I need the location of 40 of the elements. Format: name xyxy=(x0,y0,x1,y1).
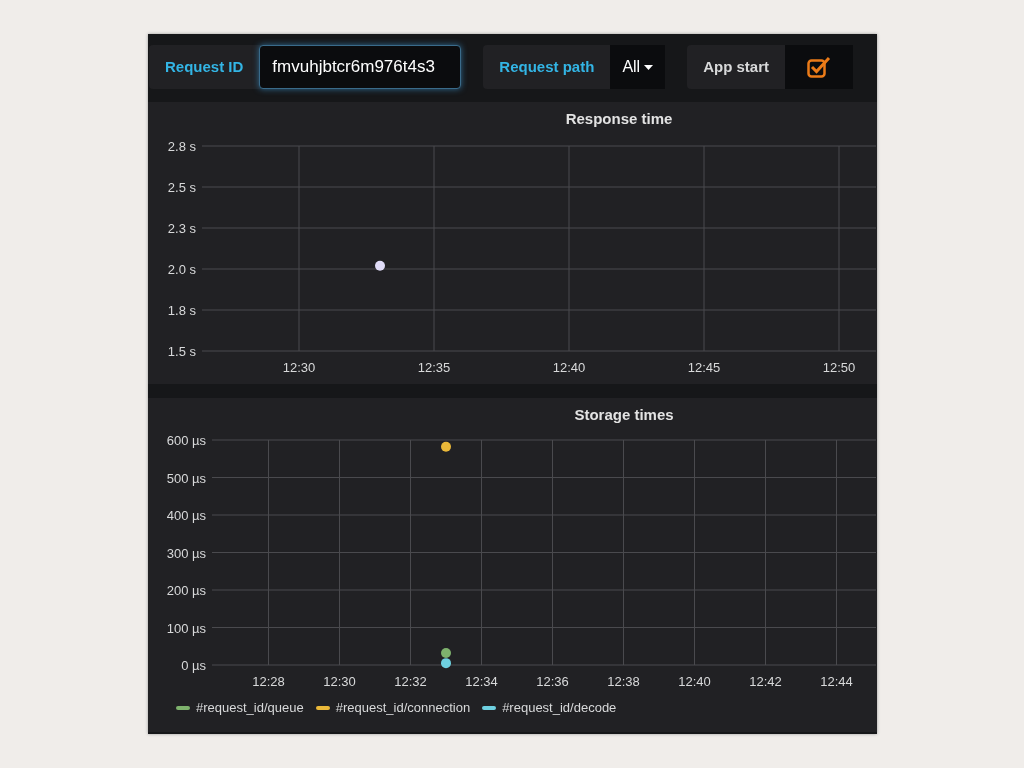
y-axis-label: 2.8 s xyxy=(167,139,196,154)
x-axis-label: 12:40 xyxy=(678,674,711,689)
y-axis-label: 100 µs xyxy=(166,620,206,636)
y-axis-label: 200 µs xyxy=(166,583,206,598)
x-axis-label: 12:30 xyxy=(323,674,356,689)
y-axis-label: 2.5 s xyxy=(167,180,196,195)
x-axis-label: 12:30 xyxy=(282,360,316,375)
variable-label: App start xyxy=(702,56,770,77)
y-axis-label: 1.5 s xyxy=(167,344,196,359)
x-axis-label: 12:50 xyxy=(822,360,856,375)
x-axis-label: 12:34 xyxy=(465,674,498,689)
caret-icon xyxy=(644,64,654,70)
legend-label[interactable]: #request_id/queue xyxy=(196,698,304,718)
y-axis-label: 0 µs xyxy=(181,658,206,673)
variable-label: Request path xyxy=(498,56,596,77)
x-axis-label: 12:40 xyxy=(552,360,586,375)
y-axis-label: 600 µs xyxy=(166,433,206,448)
legend-label[interactable]: #request_id/connection xyxy=(335,698,471,718)
y-axis-label: 2.0 s xyxy=(167,262,196,277)
x-axis-label: 12:38 xyxy=(607,674,640,689)
legend-label[interactable]: #request_id/decode xyxy=(502,698,617,718)
y-axis-label: 2.3 s xyxy=(167,221,196,236)
x-axis-label: 12:32 xyxy=(394,674,427,689)
request-path-dropdown[interactable]: All xyxy=(610,45,666,89)
y-axis-label: 500 µs xyxy=(166,470,206,486)
request-id-field[interactable]: fmvuhjbtcr6m976t4s3 xyxy=(259,45,462,89)
y-axis-label: 300 µs xyxy=(166,545,206,561)
x-axis-label: 12:45 xyxy=(687,360,721,375)
x-axis-label: 12:36 xyxy=(536,674,569,689)
x-axis-label: 12:42 xyxy=(749,674,782,689)
app-start-checkbox[interactable] xyxy=(785,45,853,89)
x-axis-label: 12:35 xyxy=(417,360,451,375)
chart-title: Response time xyxy=(565,110,673,127)
x-axis-label: 12:44 xyxy=(820,674,853,689)
chart-title: Storage times xyxy=(574,406,674,423)
y-axis-label: 400 µs xyxy=(166,508,206,523)
x-axis-label: 12:28 xyxy=(252,674,285,689)
checkbox-checked-icon xyxy=(807,56,831,78)
variable-label: Request ID xyxy=(164,56,245,77)
y-axis-label: 1.8 s xyxy=(167,303,196,318)
